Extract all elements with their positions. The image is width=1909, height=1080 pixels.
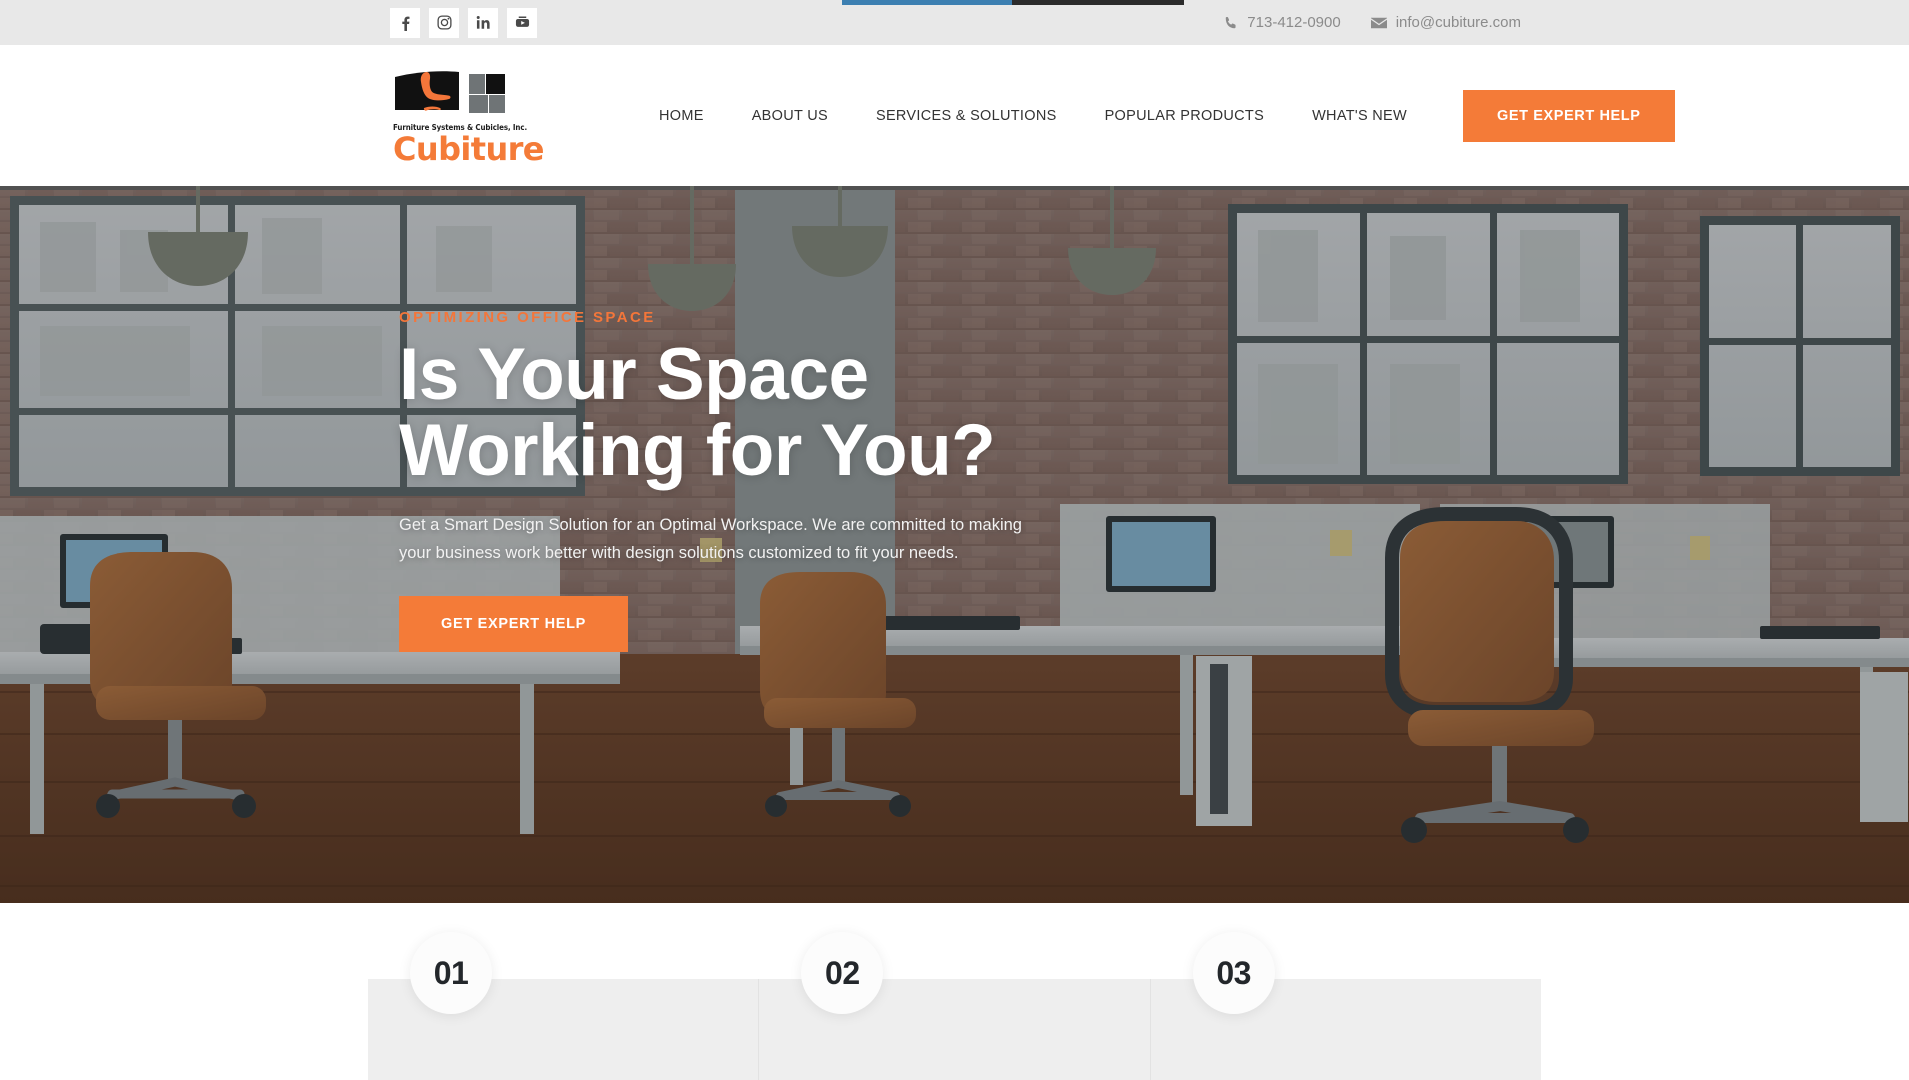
logo-tagline: Furniture Systems & Cubicles, Inc. — [393, 123, 528, 132]
browser-loading-bar — [842, 0, 1184, 5]
phone-number: 713-412-0900 — [1247, 14, 1341, 31]
site-logo[interactable]: Furniture Systems & Cubicles, Inc. Cubit… — [393, 66, 545, 168]
hero-content: OPTIMIZING OFFICE SPACE Is Your Space Wo… — [399, 309, 1099, 652]
features-row: 01 02 03 — [368, 932, 1541, 1080]
hero-title: Is Your Space Working for You? — [399, 337, 1099, 489]
feature-panel-3[interactable]: 03 — [1149, 932, 1541, 1080]
phone-icon — [1224, 16, 1238, 30]
email-address: info@cubiture.com — [1395, 14, 1521, 31]
contact-info: 713-412-0900 info@cubiture.com — [1224, 14, 1521, 31]
feature-panel-1[interactable]: 01 — [368, 932, 759, 1080]
loading-progress — [842, 0, 1012, 5]
site-header: Furniture Systems & Cubicles, Inc. Cubit… — [0, 45, 1909, 186]
features-section: 01 02 03 — [0, 903, 1909, 1080]
nav-item-services-solutions[interactable]: SERVICES & SOLUTIONS — [852, 108, 1081, 124]
nav-item-popular-products[interactable]: POPULAR PRODUCTS — [1081, 108, 1289, 124]
email-item[interactable]: info@cubiture.com — [1370, 14, 1521, 31]
logo-wordmark: Cubiture — [393, 130, 545, 168]
phone-item[interactable]: 713-412-0900 — [1224, 14, 1341, 31]
hero-title-line-2: Working for You? — [399, 409, 996, 491]
hero-section: OPTIMIZING OFFICE SPACE Is Your Space Wo… — [0, 186, 1909, 903]
instagram-icon[interactable] — [429, 7, 459, 38]
top-utility-bar: 713-412-0900 info@cubiture.com — [0, 0, 1909, 45]
feature-number-01: 01 — [410, 932, 492, 1014]
linkedin-icon[interactable] — [468, 7, 498, 38]
main-nav: HOME ABOUT US SERVICES & SOLUTIONS POPUL… — [635, 89, 1675, 142]
social-links — [390, 7, 537, 38]
nav-item-home[interactable]: HOME — [635, 108, 728, 124]
feature-panel-2[interactable]: 02 — [758, 932, 1150, 1080]
hero-eyebrow: OPTIMIZING OFFICE SPACE — [399, 309, 656, 326]
feature-number-03: 03 — [1192, 932, 1275, 1014]
nav-item-about-us[interactable]: ABOUT US — [728, 108, 852, 124]
hero-paragraph: Get a Smart Design Solution for an Optim… — [399, 515, 1022, 563]
feature-number-02: 02 — [801, 932, 884, 1014]
hero-get-expert-help-button[interactable]: GET EXPERT HELP — [399, 595, 629, 652]
logo-chair-icon — [395, 71, 505, 113]
nav-item-whats-new[interactable]: WHAT'S NEW — [1288, 108, 1431, 124]
youtube-icon[interactable] — [507, 7, 537, 38]
header-get-expert-help-button[interactable]: GET EXPERT HELP — [1462, 89, 1675, 142]
envelope-icon — [1370, 17, 1387, 29]
hero-title-line-1: Is Your Space — [399, 334, 869, 415]
facebook-icon[interactable] — [390, 7, 420, 38]
